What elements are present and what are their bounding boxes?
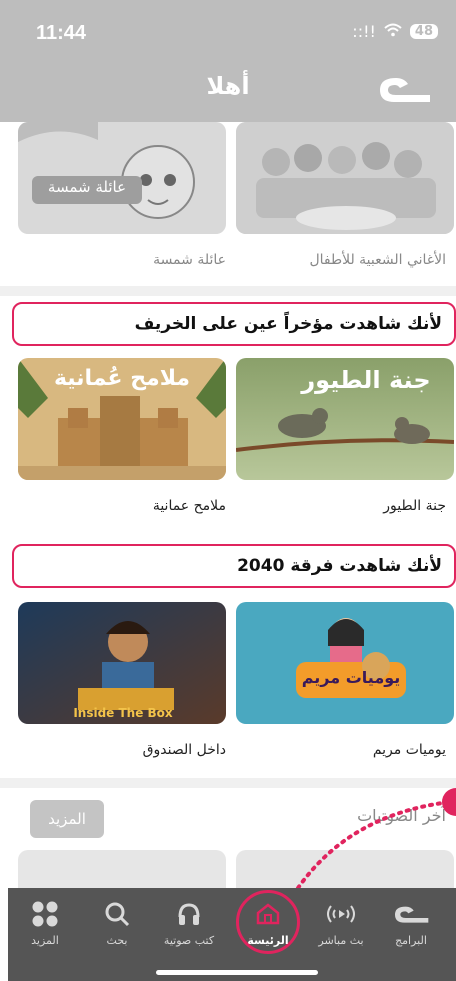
overlay-title: عائلة شمسة [47,178,127,196]
nav-item-more[interactable]: المزيد [10,896,80,947]
nav-label: كتب صوتية [163,934,215,947]
label-shamsa-family: عائلة شمسة [153,252,226,268]
thumbnail-folk-songs[interactable] [236,122,454,234]
label-folk-songs: الأغاني الشعبية للأطفال [309,252,446,268]
nav-item-programs[interactable]: البرامج [376,896,446,947]
home-icon [233,896,303,932]
tutorial-pointer [290,784,456,894]
nav-label: المزيد [31,934,59,947]
battery-icon: 48 [409,24,438,39]
live-icon [306,896,376,932]
status-icons: ::!! 48 [352,22,438,41]
section-header-1: لأنك شاهدت مؤخراً عين على الخريف [12,302,456,346]
thumbnail-birds-paradise[interactable]: جنة الطيور [236,358,454,480]
section-divider [0,286,456,296]
thumbnail-omani-features[interactable]: ملامح عُمانية [18,358,226,480]
label-omani-features: ملامح عمانية [152,498,226,514]
nav-item-live[interactable]: بث مباشر [306,896,376,947]
overlay-title: جنة الطيور [301,366,431,394]
nav-label: بث مباشر [318,934,364,947]
label-maryam-diaries: يوميات مريم [372,742,446,758]
section-header-2: لأنك شاهدت فرقة 2040 [12,544,456,588]
more-icon [10,896,80,932]
nav-label: بحث [106,934,128,947]
more-button[interactable]: المزيد [30,800,104,838]
overlay-title: ملامح عُمانية [53,366,191,391]
nav-label: البرامج [395,934,427,947]
headphones-icon [154,896,224,932]
signal-icon: ::!! [352,22,376,41]
nav-item-search[interactable]: بحث [82,896,152,947]
status-time: 11:44 [36,22,87,44]
thumbnail-shamsa-family[interactable]: عائلة شمسة [18,122,226,234]
search-icon [82,896,152,932]
overlay-title: يوميات مريم [301,668,401,687]
label-birds-paradise: جنة الطيور [383,498,446,514]
wifi-icon [384,22,402,41]
overlay-title: Inside The Box [73,706,173,720]
section-title: لأنك شاهدت مؤخراً عين على الخريف [134,314,442,334]
nav-item-audiobooks[interactable]: كتب صوتية [154,896,224,947]
thumbnail-maryam-diaries[interactable]: يوميات مريم [236,602,454,724]
section-title: لأنك شاهدت فرقة 2040 [237,556,442,576]
home-indicator[interactable] [156,970,318,975]
thumbnail-inside-the-box[interactable]: Inside The Box [18,602,226,724]
programs-icon [376,896,446,932]
app-logo-icon [374,68,434,110]
nav-label: الرئيسة [247,934,289,947]
label-inside-the-box: داخل الصندوق [142,742,226,758]
nav-item-home[interactable]: الرئيسة [233,896,303,947]
